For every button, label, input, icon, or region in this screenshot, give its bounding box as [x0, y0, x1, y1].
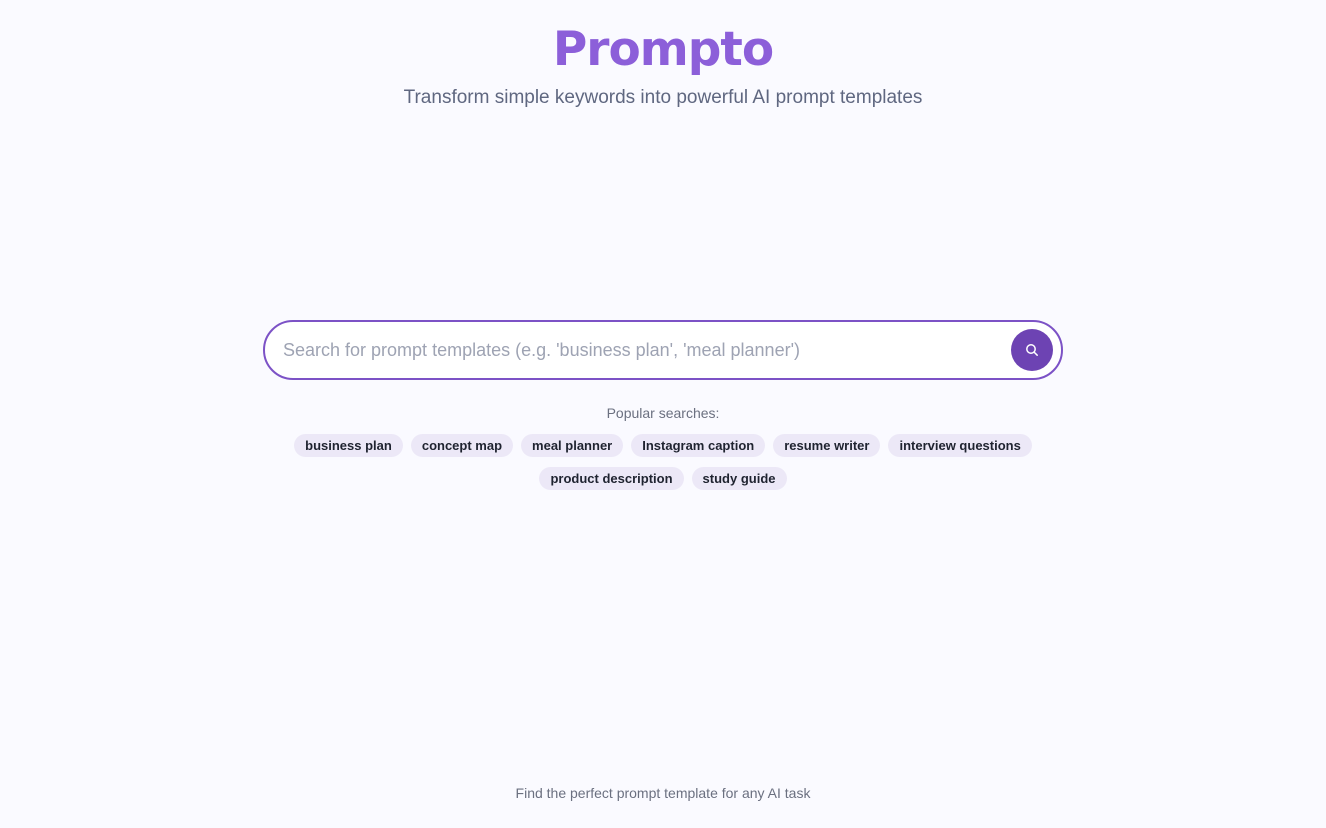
- search-input[interactable]: [265, 322, 1011, 378]
- chip-product-description[interactable]: product description: [539, 467, 684, 490]
- popular-chips: business plan concept map meal planner I…: [283, 434, 1043, 490]
- chip-interview-questions[interactable]: interview questions: [888, 434, 1032, 457]
- footer-tagline: Find the perfect prompt template for any…: [515, 785, 811, 801]
- chip-resume-writer[interactable]: resume writer: [773, 434, 881, 457]
- search-button[interactable]: [1011, 329, 1053, 371]
- chip-study-guide[interactable]: study guide: [691, 467, 787, 490]
- popular-searches: Popular searches: business plan concept …: [263, 404, 1063, 490]
- search-bar: [263, 320, 1063, 380]
- app-title: Prompto: [552, 22, 774, 77]
- tagline: Transform simple keywords into powerful …: [403, 87, 923, 108]
- chip-concept-map[interactable]: concept map: [410, 434, 514, 457]
- header: Prompto Transform simple keywords into p…: [0, 18, 1326, 110]
- popular-searches-label: Popular searches:: [606, 405, 720, 421]
- page: Prompto Transform simple keywords into p…: [0, 0, 1326, 828]
- chip-instagram-caption[interactable]: Instagram caption: [631, 434, 766, 457]
- chip-meal-planner[interactable]: meal planner: [521, 434, 624, 457]
- search-icon: [1026, 344, 1038, 356]
- chip-business-plan[interactable]: business plan: [294, 434, 403, 457]
